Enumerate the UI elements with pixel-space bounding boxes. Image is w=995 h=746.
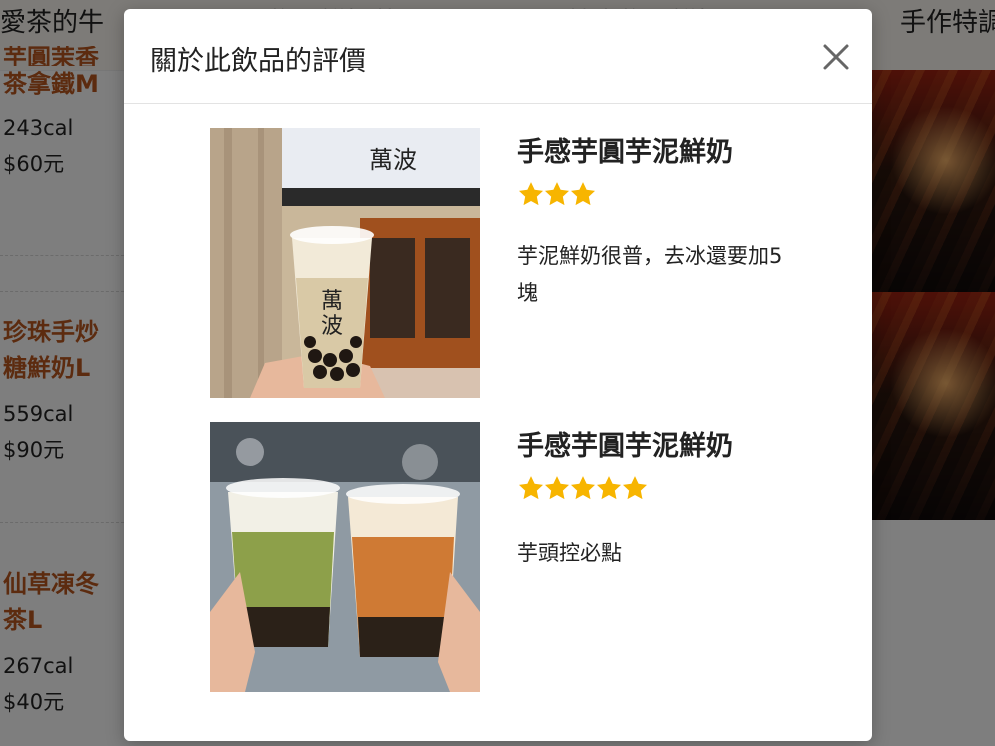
review-comment: 芋頭控必點 (517, 541, 622, 565)
review-item: 萬波 萬 波 手感芋圓芋泥鮮奶 芋泥鮮奶很普，去冰還要加5塊 (210, 128, 810, 398)
star-icon (518, 182, 544, 206)
review-drink-name: 手感芋圓芋泥鮮奶 (517, 137, 733, 168)
review-comment: 芋泥鮮奶很普，去冰還要加5塊 (517, 244, 783, 305)
shop-sign-text: 萬波 (369, 146, 417, 174)
star-icon (544, 476, 570, 500)
star-icon (570, 182, 596, 206)
star-icon (622, 476, 648, 500)
star-icon (570, 476, 596, 500)
modal-title: 關於此飲品的評價 (150, 46, 366, 77)
star-icon (518, 476, 544, 500)
review-photo (210, 422, 480, 692)
svg-text:波: 波 (321, 314, 343, 339)
review-drink-name: 手感芋圓芋泥鮮奶 (517, 431, 733, 462)
star-rating (517, 180, 596, 210)
review-photo: 萬波 萬 波 (210, 128, 480, 398)
review-item: 手感芋圓芋泥鮮奶 芋頭控必點 (210, 422, 810, 692)
star-rating (517, 474, 648, 504)
modal-header: 關於此飲品的評價 (124, 9, 872, 104)
close-icon (823, 44, 849, 70)
star-icon (596, 476, 622, 500)
reviews-modal: 關於此飲品的評價 萬波 萬 波 手感芋圓芋泥鮮奶 芋泥鮮奶很普，去冰還要加5塊 … (124, 9, 872, 741)
svg-text:萬: 萬 (321, 289, 343, 314)
close-button[interactable] (816, 37, 856, 77)
star-icon (544, 182, 570, 206)
